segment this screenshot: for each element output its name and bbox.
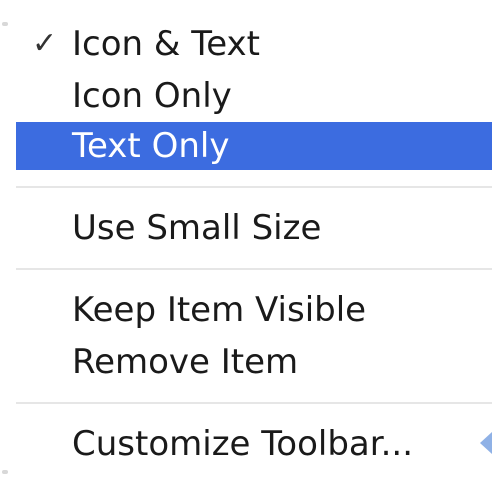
menu-edge-tick [2,22,8,26]
menu-item-label: Keep Item Visible [72,290,367,330]
menu-item-keep-item-visible[interactable]: Keep Item Visible [16,286,492,334]
menu-separator [16,186,492,188]
menu-item-remove-item[interactable]: Remove Item [16,338,492,386]
menu-item-icon-only[interactable]: Icon Only [16,72,492,120]
menu-item-label: Icon & Text [72,24,260,64]
menu-item-use-small-size[interactable]: Use Small Size [16,204,492,252]
menu-edge-tick [2,470,8,474]
menu-item-text-only[interactable]: Text Only [16,122,492,170]
menu-item-icon-and-text[interactable]: ✓ Icon & Text [16,20,492,68]
menu-separator [16,268,492,270]
menu-item-customize-toolbar[interactable]: Customize Toolbar... [16,420,492,468]
toolbar-context-menu: ✓ Icon & Text Icon Only Text Only Use Sm… [0,0,492,480]
menu-item-label: Remove Item [72,342,299,382]
menu-item-label: Use Small Size [72,208,322,248]
checkmark-icon: ✓ [32,26,58,61]
menu-item-label: Text Only [72,126,230,166]
menu-item-label: Customize Toolbar... [72,424,414,464]
pointer-arrow-icon [480,432,492,454]
menu-separator [16,402,492,404]
menu-item-label: Icon Only [72,76,232,116]
